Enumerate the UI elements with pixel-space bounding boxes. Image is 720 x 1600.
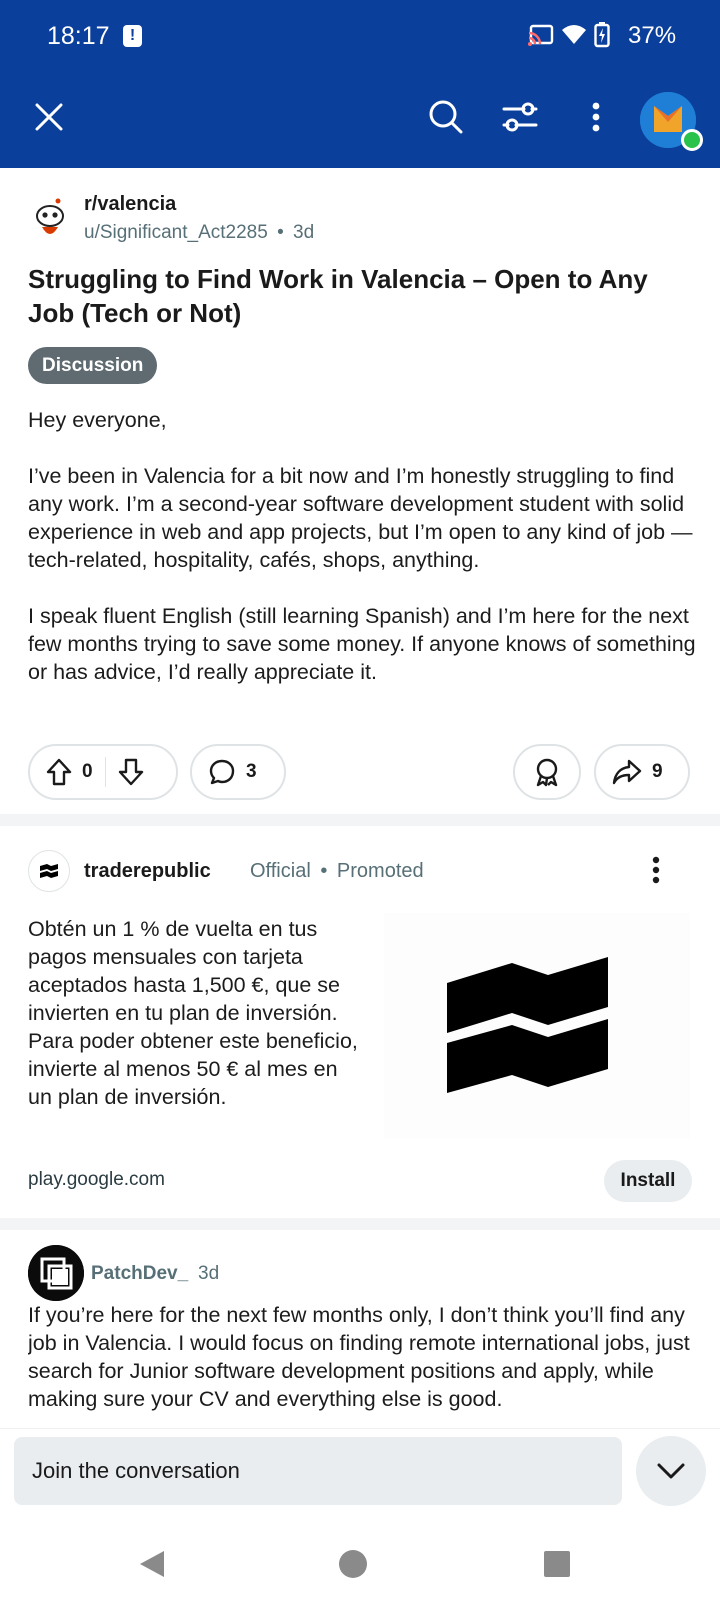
app-header: 18:17 37%	[0, 0, 720, 168]
home-icon	[339, 1550, 367, 1578]
more-vertical-icon	[652, 856, 660, 884]
advertiser-logo[interactable]	[28, 850, 70, 892]
chevron-down-icon	[657, 1463, 685, 1479]
downvote-icon	[118, 758, 143, 786]
battery-percent: 37%	[628, 22, 677, 49]
comment-input[interactable]: Join the conversation	[14, 1437, 622, 1505]
post-age: 3d	[293, 222, 315, 243]
advertiser-name[interactable]: traderepublic	[84, 860, 211, 883]
subreddit-avatar[interactable]	[28, 197, 72, 241]
back-button[interactable]	[130, 1542, 174, 1586]
subreddit-name[interactable]: r/valencia	[84, 193, 176, 216]
online-status-indicator	[681, 129, 703, 151]
system-nav-bar	[0, 1528, 720, 1600]
upvote-icon	[46, 758, 72, 786]
install-button[interactable]: Install	[604, 1160, 692, 1202]
home-button[interactable]	[331, 1542, 375, 1586]
battery-icon	[594, 22, 610, 53]
traderepublic-logo-icon	[40, 864, 58, 878]
ad-image[interactable]	[384, 913, 690, 1139]
comment-icon	[209, 759, 235, 785]
promoted-label: Promoted	[336, 860, 424, 882]
upvote-button[interactable]	[46, 758, 72, 786]
recents-icon	[544, 1551, 570, 1577]
award-icon	[536, 758, 558, 787]
meta-separator: •	[320, 860, 328, 882]
comment-age: 3d	[198, 1263, 220, 1284]
comments-button[interactable]: 3	[190, 744, 286, 800]
vote-divider	[104, 757, 106, 787]
search-icon	[429, 100, 463, 134]
share-count: 9	[652, 761, 663, 782]
post-author[interactable]: u/Significant_Act2285	[84, 222, 268, 243]
comment-author[interactable]: PatchDev_	[91, 1263, 188, 1285]
post-body-paragraph: I’ve been in Valencia for a bit now and …	[28, 464, 693, 572]
back-icon	[140, 1551, 164, 1577]
post-flair[interactable]: Discussion	[28, 347, 158, 384]
notification-alert-icon	[123, 25, 142, 47]
comment-count: 3	[246, 761, 257, 782]
section-divider	[0, 814, 720, 826]
more-vertical-icon	[592, 102, 600, 132]
award-button[interactable]	[513, 744, 581, 800]
meta-separator: •	[277, 222, 284, 243]
section-divider	[0, 1218, 720, 1230]
close-icon	[35, 103, 63, 131]
filter-icon	[502, 102, 538, 132]
search-button[interactable]	[424, 95, 468, 139]
downvote-button[interactable]	[118, 758, 144, 786]
ad-domain[interactable]: play.google.com	[28, 1169, 165, 1191]
post-body-paragraph: Hey everyone,	[28, 408, 167, 432]
ad-text[interactable]: Obtén un 1 % de vuelta en tus pagos mens…	[28, 915, 358, 1111]
official-label: Official	[250, 860, 311, 882]
filter-button[interactable]	[498, 95, 542, 139]
share-icon	[612, 759, 642, 785]
collapse-button[interactable]	[636, 1436, 706, 1506]
cast-icon	[528, 24, 554, 51]
share-button[interactable]: 9	[594, 744, 690, 800]
ad-meta: Official • Promoted	[250, 860, 424, 883]
comment-body: If you’re here for the next few months o…	[28, 1303, 690, 1411]
post-body: Hey everyone, I’ve been in Valencia for …	[28, 406, 698, 714]
recents-button[interactable]	[535, 1542, 579, 1586]
status-time: 18:17	[47, 22, 110, 50]
wifi-icon	[561, 23, 587, 50]
more-options-button[interactable]	[574, 95, 618, 139]
close-button[interactable]	[27, 95, 71, 139]
ad-options-button[interactable]	[651, 856, 675, 886]
vote-score: 0	[82, 761, 93, 782]
comment-avatar[interactable]	[28, 1245, 84, 1301]
vote-bar: 0	[28, 744, 178, 800]
post-body-paragraph: I speak fluent English (still learning S…	[28, 604, 696, 684]
post-title: Struggling to Find Work in Valencia – Op…	[28, 264, 648, 328]
post-meta: u/Significant_Act2285 • 3d	[84, 222, 314, 244]
